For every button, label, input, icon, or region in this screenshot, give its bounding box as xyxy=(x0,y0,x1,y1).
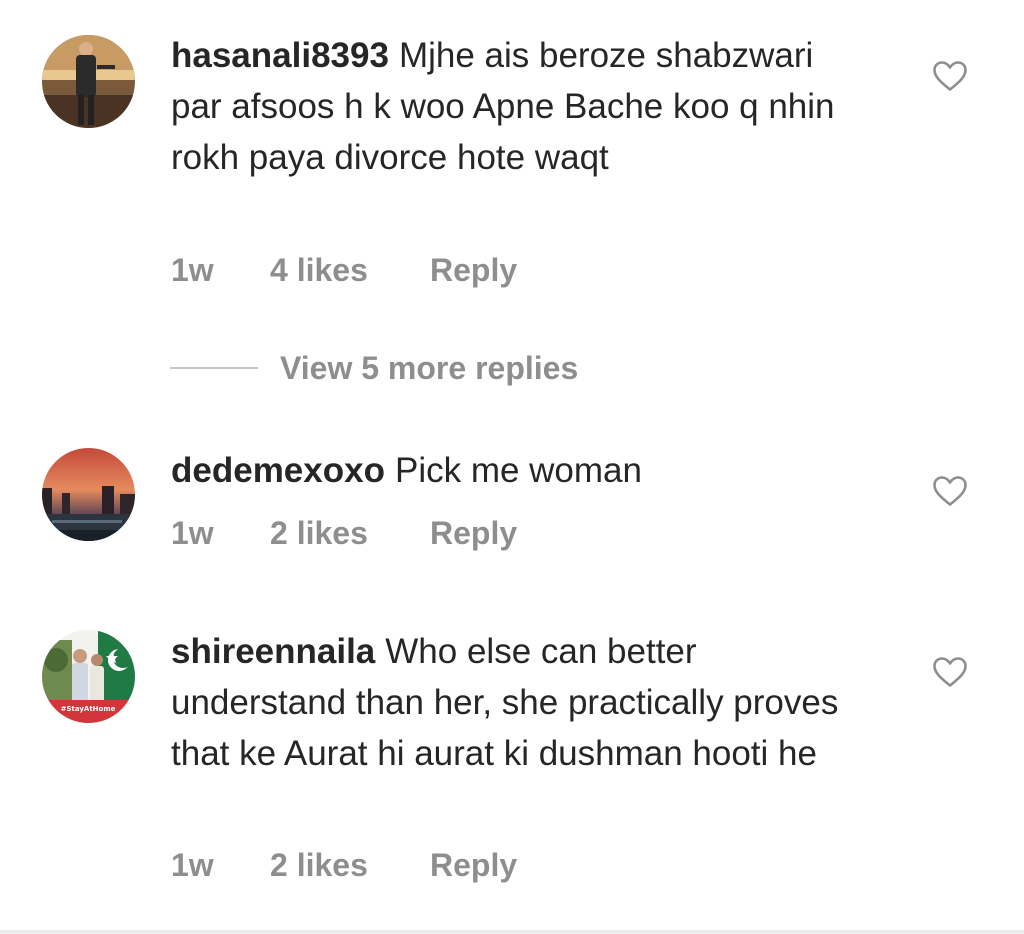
comment-body: shireennaila Who else can better understa… xyxy=(171,626,871,779)
heart-outline-icon[interactable] xyxy=(932,475,968,507)
comment-likes-count[interactable]: 2 likes xyxy=(270,847,430,884)
comment-username[interactable]: hasanali8393 xyxy=(171,36,389,75)
comment-body: dedemexoxo Pick me woman xyxy=(171,445,871,496)
view-more-replies-label: View 5 more replies xyxy=(280,349,579,386)
comment-likes-count[interactable]: 4 likes xyxy=(270,252,430,289)
comment-timestamp: 1w xyxy=(171,252,214,288)
avatar-caption: #StayAtHome xyxy=(61,705,116,713)
bottom-divider xyxy=(0,930,1024,934)
reply-button[interactable]: Reply xyxy=(430,252,517,289)
reply-button[interactable]: Reply xyxy=(430,515,517,552)
heart-outline-icon[interactable] xyxy=(932,656,968,688)
comment-text: Pick me woman xyxy=(394,451,642,490)
reply-button[interactable]: Reply xyxy=(430,847,517,884)
view-more-replies-button[interactable]: View 5 more replies xyxy=(170,348,578,388)
comment-meta: 1w 2 likes Reply xyxy=(171,847,517,884)
comment-username[interactable]: shireennaila xyxy=(171,632,375,671)
heart-outline-icon[interactable] xyxy=(932,60,968,92)
comment-timestamp: 1w xyxy=(171,847,214,883)
view-more-divider xyxy=(170,367,258,369)
comment-timestamp: 1w xyxy=(171,515,214,551)
avatar-dedemexoxo[interactable] xyxy=(42,448,135,541)
comment-body: hasanali8393 Mjhe ais beroze shabzwari pa… xyxy=(171,30,871,183)
comment-username[interactable]: dedemexoxo xyxy=(171,451,385,490)
avatar-hasanali8393[interactable] xyxy=(42,35,135,128)
comment-meta: 1w 2 likes Reply xyxy=(171,515,517,552)
comment-likes-count[interactable]: 2 likes xyxy=(270,515,430,552)
comment-meta: 1w 4 likes Reply xyxy=(171,252,517,289)
avatar-shireennaila[interactable]: #StayAtHome xyxy=(42,630,135,723)
